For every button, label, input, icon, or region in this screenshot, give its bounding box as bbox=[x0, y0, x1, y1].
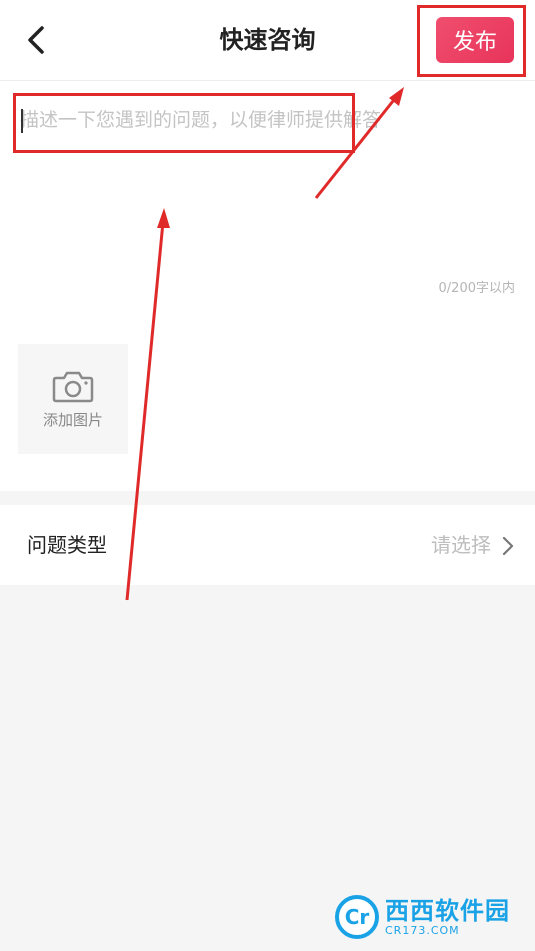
add-photo-button[interactable]: 添加图片 bbox=[18, 344, 128, 454]
watermark-logo: Cr bbox=[335, 895, 379, 939]
watermark-title: 西西软件园 bbox=[385, 896, 510, 925]
camera-icon bbox=[52, 371, 94, 402]
watermark-subtitle: CR173.COM bbox=[385, 923, 460, 937]
question-type-value: 请选择 bbox=[431, 533, 491, 557]
question-type-label: 问题类型 bbox=[27, 533, 107, 557]
question-type-selector[interactable]: 问题类型 请选择 bbox=[0, 505, 535, 585]
question-description-input[interactable] bbox=[20, 103, 515, 253]
chevron-right-icon bbox=[502, 536, 514, 556]
site-watermark: Cr 西西软件园 CR173.COM bbox=[335, 892, 517, 942]
character-counter: 0/200字以内 bbox=[438, 281, 515, 296]
app-header: 快速咨询 发布 bbox=[0, 0, 535, 81]
text-cursor bbox=[21, 109, 23, 133]
question-editor: 0/200字以内 添加图片 bbox=[0, 81, 535, 491]
add-photo-label: 添加图片 bbox=[42, 410, 103, 429]
publish-button[interactable]: 发布 bbox=[436, 17, 514, 63]
